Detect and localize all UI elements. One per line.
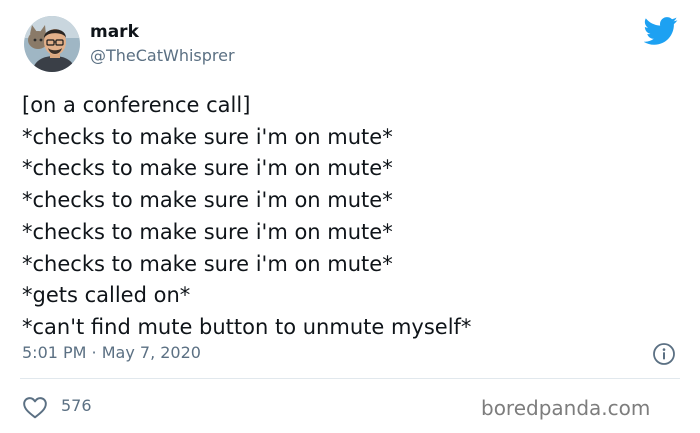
tweet-line: [on a conference call] [22,93,251,117]
tweet-timestamp[interactable]: 5:01 PM · May 7, 2020 [22,341,201,365]
author-avatar[interactable] [24,16,80,72]
avatar-image [24,16,80,72]
tweet-line: *checks to make sure i'm on mute* [22,156,393,181]
tweet-line: *checks to make sure i'm on mute* [22,251,393,276]
heart-icon-graphic [23,397,47,419]
tweet-line: *gets called on* [22,283,191,308]
action-divider [20,378,680,379]
tweet-line: *checks to make sure i'm on mute* [22,188,393,213]
tweet-body: [on a conference call] *checks to make s… [22,90,682,344]
author-name[interactable]: mark [90,22,139,42]
heart-icon[interactable] [22,395,48,419]
author-handle[interactable]: @TheCatWhisprer [90,46,235,66]
tweet-line: *checks to make sure i'm on mute* [22,124,393,149]
tweet-card: mark @TheCatWhisprer [on a conference ca… [0,0,700,433]
info-icon-graphic [653,343,675,365]
twitter-bird-graphic [643,17,678,45]
tweet-line: *checks to make sure i'm on mute* [22,219,393,244]
twitter-bird-icon[interactable] [643,16,678,46]
tweet-line: *can't find mute button to unmute myself… [22,314,472,339]
watermark: boredpanda.com [481,396,651,420]
like-count[interactable]: 576 [61,395,92,417]
info-icon[interactable] [652,342,676,366]
